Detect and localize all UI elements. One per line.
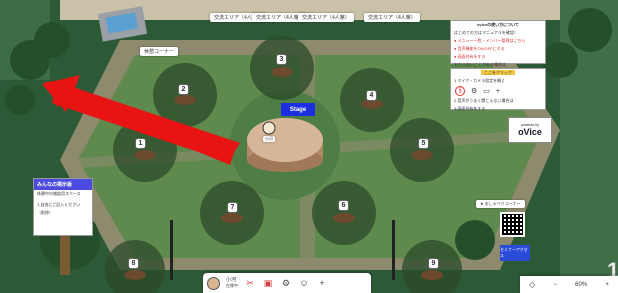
table-1-number[interactable]: 1 (135, 138, 146, 149)
chat-line-3: （削除） (37, 210, 53, 215)
table-9-number[interactable]: 9 (428, 258, 439, 269)
qr-code (500, 212, 525, 237)
user-info[interactable]: 小河 在席中 (226, 277, 238, 289)
mic-off-icon[interactable]: § (455, 86, 465, 96)
table-3-number[interactable]: 3 (276, 54, 287, 65)
ovice-logo-brand: oVice (518, 127, 542, 137)
info-line-3[interactable]: ● 音声機能をON/OFFにする (451, 45, 545, 53)
add-icon[interactable]: + (316, 277, 328, 289)
mic-line-2: 2.音声がうまく聞こえない場合は (454, 98, 514, 103)
stage-label[interactable]: Stage (281, 103, 315, 116)
user-avatar[interactable] (207, 276, 220, 290)
ovice-logo: powered by oVice (508, 117, 552, 143)
camera-off-icon[interactable]: ▣ (262, 277, 274, 289)
locate-icon[interactable]: ◇ (529, 280, 535, 289)
screen-share-icon[interactable]: ▭ (483, 87, 490, 95)
zoom-controls: ◇ − 60% + (520, 276, 618, 293)
table-7-number[interactable]: 7 (227, 202, 238, 213)
table-6-number[interactable]: 6 (338, 200, 349, 211)
info-panel-title: oviceの使い方について (476, 22, 520, 27)
area-label-4: 交流エリア（4人席） (364, 13, 420, 22)
settings-icon[interactable]: ⚙ (471, 87, 477, 95)
info-line-4[interactable]: ● 画面共有をする (451, 53, 545, 61)
mic-line-1: 1.マイク・カメラ設定を開く (454, 78, 506, 83)
promo-badge[interactable]: セミナーアクセス (500, 245, 530, 261)
info-panel: oviceの使い方について はじめての方はマニュアルを確認！ ● メニュー一覧・… (450, 20, 546, 83)
table-5-number[interactable]: 5 (418, 138, 429, 149)
virtual-office-map[interactable]: 交流エリア（4人席） 交流エリア（4人席） 交流エリア（4人席） 交流エリア（4… (0, 0, 618, 293)
fountain-label: 休憩コーナー (140, 47, 179, 56)
chat-line-1: 休憩中の雑談用スペース (37, 191, 81, 196)
emoji-icon[interactable]: ☺ (298, 277, 310, 289)
mic-line-3: 3.画面共有をする (454, 106, 486, 111)
chat-line-2: 1.自由にご記入ください (37, 202, 81, 207)
zoom-out-button[interactable]: − (553, 282, 557, 288)
chat-board-panel[interactable]: みんなの掲示板 休憩中の雑談用スペース 1.自由にご記入ください （削除） (33, 178, 93, 236)
info-line-2[interactable]: ● メニュー一覧・メンバー管理はこちら (451, 37, 545, 45)
zoom-in-button[interactable]: + (605, 282, 609, 288)
table-2-number[interactable]: 2 (178, 84, 189, 95)
mic-muted-icon[interactable]: ✂ (244, 277, 256, 289)
click-here-badge: ここをクリック (481, 70, 515, 75)
chat-board-title: みんなの掲示板 (34, 179, 92, 190)
stage-user-label: 小河 (263, 136, 275, 142)
table-4-number[interactable]: 4 (366, 90, 377, 101)
area-label-3: 交流エリア（4人席） (298, 13, 354, 22)
plus-icon[interactable]: + (496, 88, 500, 95)
table-8-number[interactable]: 8 (128, 258, 139, 269)
user-status: 在席中 (226, 283, 238, 288)
chat-corner-banner[interactable]: ★ おしゃべりコーナー (476, 200, 525, 208)
info-line-1: はじめての方はマニュアルを確認！ (454, 30, 518, 35)
mic-settings-panel: ここをクリック 1.マイク・カメラ設定を開く § ⚙ ▭ + 2.音声がうまく聞… (450, 68, 546, 111)
zoom-level: 60% (575, 281, 588, 288)
settings-icon[interactable]: ⚙ (280, 277, 292, 289)
bottom-toolbar: 小河 在席中 ✂ ▣ ⚙ ☺ + (203, 273, 371, 293)
